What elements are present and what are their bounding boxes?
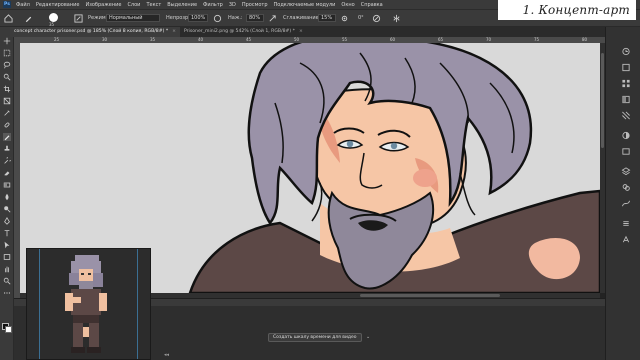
- menu-file[interactable]: Файл: [16, 2, 30, 8]
- gradients-icon[interactable]: [621, 95, 631, 104]
- more-icon[interactable]: [3, 289, 11, 297]
- create-video-timeline-button[interactable]: Создать шкалу времени для видео: [268, 333, 362, 342]
- menu-select[interactable]: Выделение: [167, 2, 197, 8]
- mode-select[interactable]: Нормальный: [106, 14, 160, 22]
- tab-label: concept character prisoner.psd @ 185% (С…: [14, 29, 169, 34]
- menu-3d[interactable]: 3D: [229, 2, 236, 8]
- play-icon[interactable]: ◂◂: [164, 352, 169, 358]
- mode-label: Режим:: [88, 15, 108, 21]
- healing-icon[interactable]: [3, 121, 11, 129]
- pixel-character-sprite: [65, 255, 107, 353]
- airbrush-icon[interactable]: [268, 14, 277, 23]
- ruler-mark: 30: [102, 37, 108, 42]
- flow-label: Наж.:: [228, 15, 243, 21]
- lasso-icon[interactable]: [3, 61, 11, 69]
- overlay-title: 1. Концепт-арт: [498, 0, 636, 20]
- ruler-mark: 70: [486, 37, 492, 42]
- tools-panel: [0, 27, 14, 360]
- brush-icon[interactable]: [3, 133, 11, 141]
- move-icon[interactable]: [3, 37, 11, 45]
- opacity-field[interactable]: 100%: [188, 14, 208, 22]
- angle-value[interactable]: 0°: [358, 15, 364, 21]
- ruler-mark: 80: [582, 37, 588, 42]
- layers-icon[interactable]: [621, 167, 631, 176]
- chevron-down-icon[interactable]: ⌄: [366, 334, 370, 340]
- scrollbar-thumb[interactable]: [360, 294, 500, 297]
- libraries-icon[interactable]: [621, 147, 631, 156]
- background-color-swatch[interactable]: [5, 326, 12, 333]
- timeline-controls: ◂◂: [164, 352, 169, 358]
- right-panel-strip: [605, 27, 640, 360]
- pen-icon[interactable]: [3, 217, 11, 225]
- crop-icon[interactable]: [3, 85, 11, 93]
- menu-view[interactable]: Просмотр: [242, 2, 268, 8]
- symmetry-icon[interactable]: [392, 14, 401, 23]
- history-icon[interactable]: [621, 47, 631, 56]
- hand-icon[interactable]: [3, 265, 11, 273]
- scrollbar-thumb[interactable]: [601, 53, 604, 148]
- ruler-mark: 50: [294, 37, 300, 42]
- clone-stamp-icon[interactable]: [3, 145, 11, 153]
- menu-window[interactable]: Окно: [341, 2, 354, 8]
- smoothing-label: Сглаживание:: [283, 15, 321, 21]
- ruler-mark: 40: [198, 37, 204, 42]
- ruler-mark: 35: [150, 37, 156, 42]
- flow-field[interactable]: 80%: [246, 14, 264, 22]
- properties-icon[interactable]: [621, 219, 631, 228]
- ruler-mark: 75: [534, 37, 540, 42]
- menu-help[interactable]: Справка: [361, 2, 383, 8]
- close-icon[interactable]: ×: [299, 27, 303, 37]
- ruler-mark: 45: [246, 37, 252, 42]
- smoothing-field[interactable]: 15%: [318, 14, 336, 22]
- marquee-icon[interactable]: [3, 49, 11, 57]
- path-select-icon[interactable]: [3, 241, 11, 249]
- ruler-mark: 25: [54, 37, 60, 42]
- rectangle-icon[interactable]: [3, 253, 11, 261]
- menu-type[interactable]: Текст: [146, 2, 161, 8]
- pixel-art-preview: [26, 248, 151, 360]
- dodge-icon[interactable]: [3, 205, 11, 213]
- ruler-mark: 60: [390, 37, 396, 42]
- type-icon[interactable]: [3, 229, 11, 237]
- brush-settings-icon[interactable]: [74, 14, 83, 23]
- character-icon[interactable]: [621, 235, 631, 244]
- patterns-icon[interactable]: [621, 111, 631, 120]
- color-icon[interactable]: [621, 63, 631, 72]
- ruler-mark: 55: [342, 37, 348, 42]
- close-icon[interactable]: ×: [172, 27, 176, 37]
- pressure-opacity-icon[interactable]: [213, 14, 222, 23]
- tab-concept-character[interactable]: concept character prisoner.psd @ 185% (С…: [10, 27, 180, 37]
- menu-image[interactable]: Изображение: [85, 2, 121, 8]
- ruler-mark: 65: [438, 37, 444, 42]
- smoothing-options-gear-icon[interactable]: [340, 14, 349, 23]
- pressure-size-icon[interactable]: [372, 14, 381, 23]
- menu-filter[interactable]: Фильтр: [203, 2, 223, 8]
- paths-icon[interactable]: [621, 199, 631, 208]
- frame-icon[interactable]: [3, 97, 11, 105]
- gradient-icon[interactable]: [3, 181, 11, 189]
- eyedropper-icon[interactable]: [3, 109, 11, 117]
- blur-icon[interactable]: [3, 193, 11, 201]
- home-icon[interactable]: [4, 14, 13, 23]
- brush-tool-icon[interactable]: [24, 14, 33, 23]
- zoom-icon[interactable]: [3, 277, 11, 285]
- adjust-icon[interactable]: [621, 131, 631, 140]
- tab-label: Prisoner_mini2.png @ 542% (Слой 1, RGB/8…: [183, 29, 295, 34]
- eraser-icon[interactable]: [3, 169, 11, 177]
- brush-preview[interactable]: [49, 13, 58, 22]
- menu-plugins[interactable]: Подключаемые модули: [274, 2, 336, 8]
- photoshop-logo-icon[interactable]: Ps: [3, 1, 11, 8]
- menu-layers[interactable]: Слои: [127, 2, 140, 8]
- document-tabs: concept character prisoner.psd @ 185% (С…: [10, 27, 605, 37]
- swatches-icon[interactable]: [621, 79, 631, 88]
- quick-select-icon[interactable]: [3, 73, 11, 81]
- tab-prisoner-mini[interactable]: Prisoner_mini2.png @ 542% (Слой 1, RGB/8…: [180, 27, 307, 37]
- history-brush-icon[interactable]: [3, 157, 11, 165]
- channels-icon[interactable]: [621, 183, 631, 192]
- menu-edit[interactable]: Редактирование: [36, 2, 80, 8]
